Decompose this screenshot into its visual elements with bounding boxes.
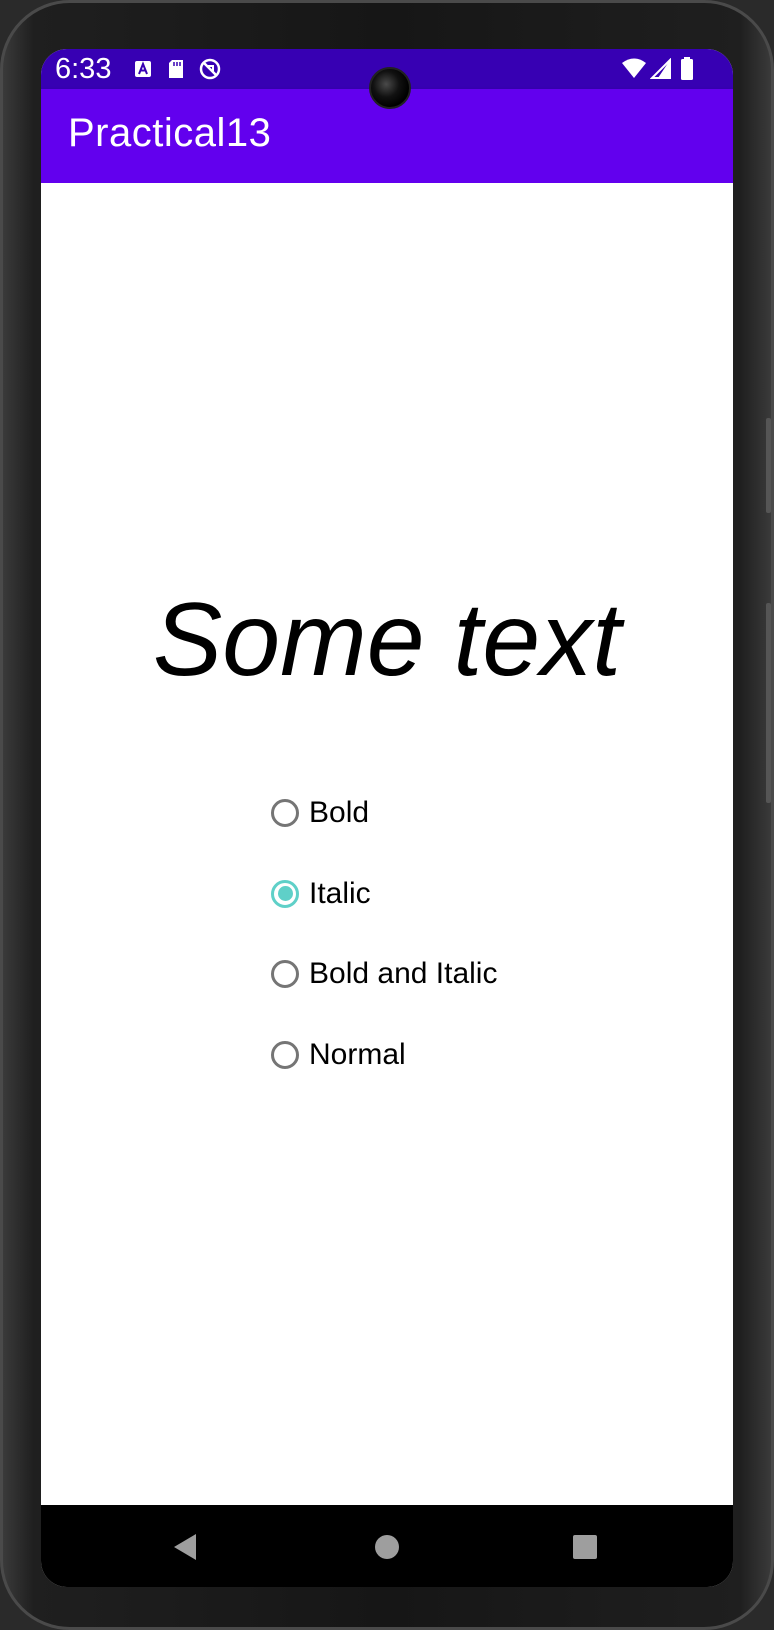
volume-button xyxy=(766,603,771,803)
a-icon xyxy=(132,58,154,80)
radio-checked-icon[interactable] xyxy=(271,879,299,908)
main-content: Some text Bold Italic Bold and Italic No… xyxy=(41,183,733,1505)
style-radio-group: Bold Italic Bold and Italic Normal xyxy=(271,773,497,1095)
radio-label: Bold and Italic xyxy=(309,957,498,991)
radio-bold[interactable]: Bold xyxy=(271,773,497,854)
sample-text: Some text xyxy=(152,582,622,698)
radio-unchecked-icon[interactable] xyxy=(271,799,299,828)
front-camera xyxy=(369,67,411,109)
signal-icon xyxy=(650,58,672,80)
home-icon[interactable] xyxy=(367,1527,407,1567)
radio-label: Italic xyxy=(309,876,371,910)
radio-label: Bold xyxy=(309,796,370,830)
no-disturb-icon xyxy=(199,58,221,80)
app-title: Practical13 xyxy=(68,111,272,155)
recents-icon[interactable] xyxy=(565,1527,605,1567)
phone-frame: 6:33 Practical13 Some text Bold Italic B… xyxy=(0,0,774,1630)
back-icon[interactable] xyxy=(165,1527,205,1567)
power-button xyxy=(766,418,771,513)
navigation-bar xyxy=(41,1505,733,1587)
battery-icon xyxy=(676,57,698,80)
radio-unchecked-icon[interactable] xyxy=(271,1040,299,1069)
screen: 6:33 Practical13 Some text Bold Italic B… xyxy=(41,49,733,1587)
radio-bold-and-italic[interactable]: Bold and Italic xyxy=(271,934,497,1015)
sd-card-icon xyxy=(165,58,187,80)
radio-normal[interactable]: Normal xyxy=(271,1015,497,1096)
radio-italic[interactable]: Italic xyxy=(271,854,497,935)
wifi-icon xyxy=(621,58,647,80)
radio-unchecked-icon[interactable] xyxy=(271,960,299,989)
radio-label: Normal xyxy=(309,1037,406,1071)
status-time: 6:33 xyxy=(55,53,112,85)
